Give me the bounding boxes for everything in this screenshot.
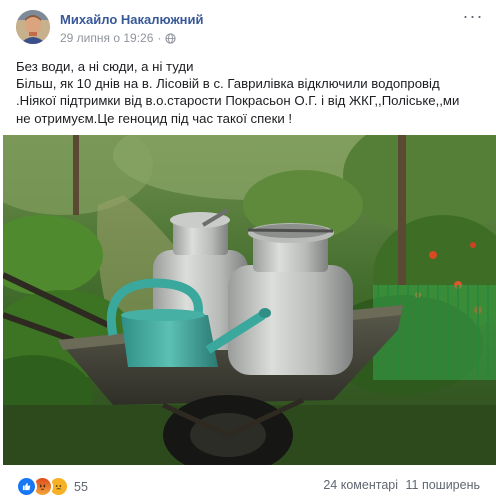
photo-wheelbarrow-milk-cans bbox=[3, 135, 496, 465]
post-text-line: Без води, а ні сюди, а ні туди bbox=[16, 59, 194, 74]
reactions-summary[interactable]: 55 bbox=[16, 476, 88, 497]
post-footer: 55 24 коментарі 11 поширень bbox=[0, 470, 496, 500]
post-header: Михайло Накалюжний 29 липня о 19:26 · ··… bbox=[0, 0, 496, 50]
separator: · bbox=[157, 31, 162, 45]
post-photo[interactable] bbox=[3, 135, 496, 465]
avatar-image bbox=[16, 10, 50, 44]
shares-count[interactable]: 11 поширень bbox=[406, 478, 481, 492]
post-text-line: не отримуєм.Це геноцид під час такої спе… bbox=[16, 110, 293, 126]
like-icon bbox=[16, 476, 37, 497]
post-text-line: .Ніякої підтримки від в.о.старости Покра… bbox=[16, 93, 460, 109]
post-meta: 29 липня о 19:26 · bbox=[60, 31, 177, 45]
avatar[interactable] bbox=[16, 10, 50, 44]
globe-icon bbox=[165, 32, 177, 44]
post-timestamp[interactable]: 29 липня о 19:26 bbox=[60, 31, 153, 45]
post-text-line: Більш, як 10 днів на в. Лісовій в с. Гав… bbox=[16, 76, 440, 92]
reaction-count: 55 bbox=[74, 479, 88, 494]
post-text: Без води, а ні сюди, а ні туди Більш, як… bbox=[16, 58, 486, 127]
author-name[interactable]: Михайло Накалюжний bbox=[60, 12, 204, 27]
post-stats: 24 коментарі 11 поширень bbox=[323, 478, 480, 492]
comments-count[interactable]: 24 коментарі bbox=[323, 478, 398, 492]
more-options-icon[interactable]: ··· bbox=[462, 7, 484, 25]
